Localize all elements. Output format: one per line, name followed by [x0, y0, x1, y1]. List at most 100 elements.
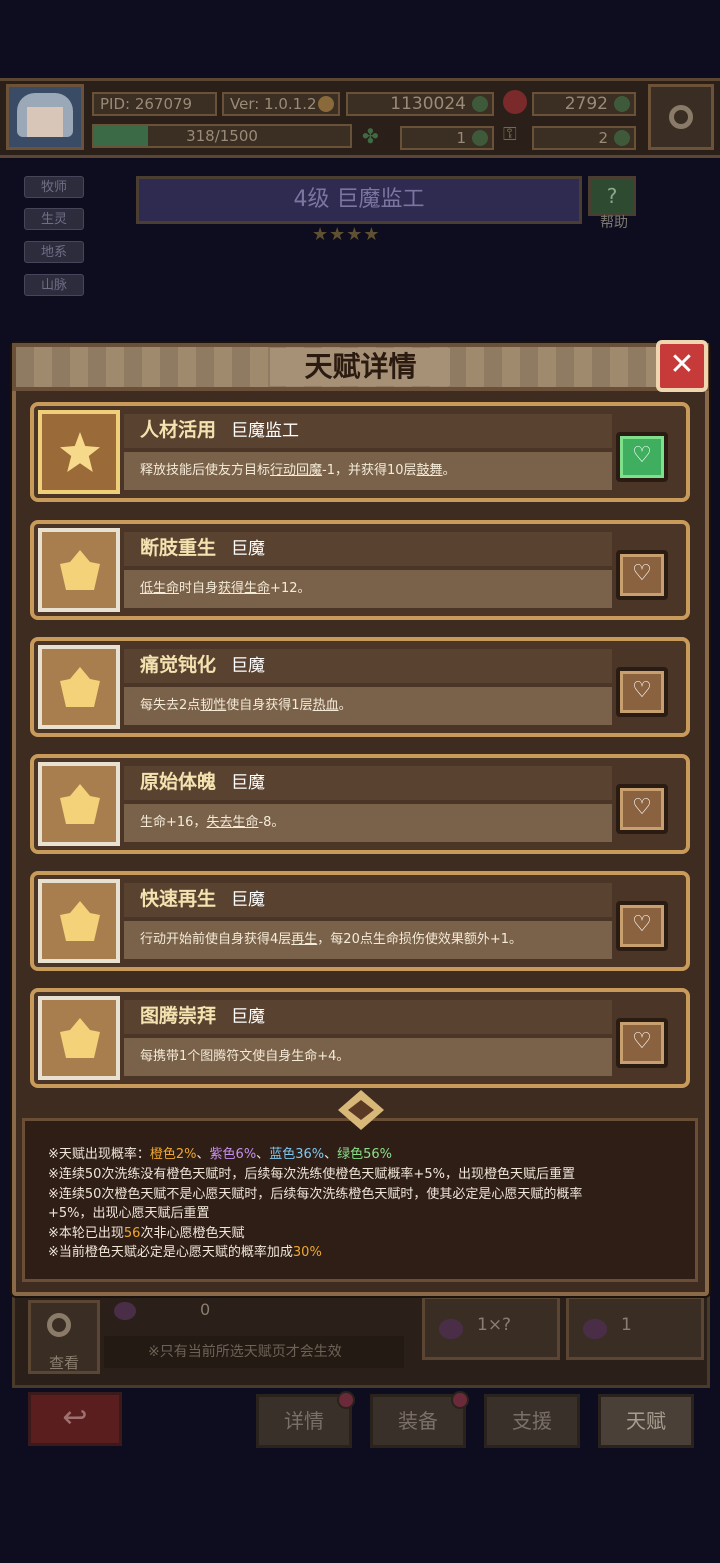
keyword-link[interactable]: 再生: [291, 932, 317, 947]
talent-race: 巨魔监工: [231, 421, 299, 441]
wish-heart-button[interactable]: ♡: [616, 667, 668, 717]
add-clover-icon[interactable]: [472, 130, 488, 146]
help-button[interactable]: ?: [588, 176, 636, 216]
version-label: Ver: 1.0.1.2: [222, 92, 340, 116]
rate-blue: 蓝色36%: [269, 1147, 325, 1162]
rate-sep: 、: [196, 1147, 210, 1162]
help-label: 帮助: [600, 215, 628, 231]
keyword-link[interactable]: 获得生命: [218, 581, 270, 596]
avatar[interactable]: [6, 84, 84, 150]
xp-bar: 318/1500: [92, 124, 352, 148]
wish-heart-button[interactable]: ♡: [616, 1018, 668, 1068]
tag-element: 地系: [24, 241, 84, 263]
keyword-link[interactable]: 鼓舞: [417, 463, 443, 478]
talent-desc: 释放技能后使友方目标行动回魔-1，并获得10层鼓舞。: [140, 458, 456, 484]
talent-name: 快速再生: [140, 888, 217, 910]
desc-text: 每携带1个图腾符文使自身生命+4。: [140, 1049, 350, 1064]
info-line-bonus: ※当前橙色天赋必定是心愿天赋的概率加成30%: [48, 1244, 322, 1262]
magnifier-icon: [47, 1313, 71, 1337]
info-count-pre: ※本轮已出现: [48, 1226, 124, 1241]
wish-heart-button[interactable]: ♡: [616, 550, 668, 600]
gem-counter: 2792: [532, 92, 636, 116]
talent-card[interactable]: 断肢重生 巨魔低生命时自身获得生命+12。 ♡: [30, 520, 690, 620]
xp-text: 318/1500: [186, 127, 258, 145]
keyword-link[interactable]: 行动回魔: [270, 463, 322, 478]
desc-text: -1，并获得10层: [322, 463, 417, 478]
info-line-rates: ※天赋出现概率：橙色2%、紫色6%、蓝色36%、绿色56%: [48, 1146, 392, 1164]
talent-name: 原始体魄: [140, 771, 217, 793]
talent-desc: 每携带1个图腾符文使自身生命+4。: [140, 1044, 349, 1070]
desc-text: 生命+16，: [140, 815, 207, 830]
keyword-link[interactable]: 低生命: [140, 581, 179, 596]
talent-name: 图腾崇拜: [140, 1005, 217, 1027]
desc-text: 释放技能后使友方目标: [140, 463, 271, 478]
heart-icon: ♡: [632, 561, 652, 586]
view-label: 查看: [48, 1354, 79, 1372]
talent-name: 痛觉钝化: [140, 654, 217, 676]
add-gem-icon[interactable]: [614, 96, 630, 112]
potion-icon: [114, 1302, 136, 1320]
key-value: 2: [598, 129, 608, 147]
auto-wash-button[interactable]: 1×?: [422, 1296, 560, 1360]
potion-count: 0: [200, 1300, 211, 1319]
heart-icon: ♡: [632, 912, 652, 937]
desc-text: ，每20点生命损伤使效果额外+1。: [317, 932, 523, 947]
rate-purple: 紫色6%: [209, 1147, 257, 1162]
talent-card[interactable]: 痛觉钝化 巨魔 每失去2点韧性使自身获得1层热血。 ♡: [30, 637, 690, 737]
close-button[interactable]: ✕: [656, 340, 708, 392]
back-button[interactable]: ↩: [28, 1392, 122, 1446]
tab-support[interactable]: 支援: [484, 1394, 580, 1448]
info-rates-label: ※天赋出现概率：: [48, 1147, 150, 1162]
talent-card[interactable]: 原始体魄 巨魔 生命+16，失去生命-8。 ♡: [30, 754, 690, 854]
talent-wash-cost: 1: [621, 1315, 632, 1335]
desc-text: 时自身: [179, 581, 219, 596]
tab-label: 支援: [512, 1409, 552, 1433]
heart-icon: ♡: [632, 678, 652, 703]
desc-text: 。: [338, 698, 352, 713]
back-arrow-icon: ↩: [62, 1400, 88, 1435]
crown-icon: [60, 550, 100, 590]
desc-text: +12。: [270, 581, 311, 596]
clover-icon: ✤: [362, 124, 379, 148]
keyword-link[interactable]: 韧性: [200, 698, 226, 713]
info-line-pity-wish-cont: +5%，出现心愿天赋后重置: [48, 1206, 210, 1221]
tab-label: 装备: [398, 1409, 438, 1433]
talent-race: 巨魔: [231, 656, 265, 676]
version-text: Ver: 1.0.1.2: [230, 95, 317, 113]
talent-name: 断肢重生: [140, 537, 217, 559]
talent-race: 巨魔: [231, 539, 265, 559]
wish-heart-button[interactable]: ♡: [616, 901, 668, 951]
add-gold-icon[interactable]: [472, 96, 488, 112]
tab-label: 详情: [284, 1409, 324, 1433]
wish-heart-button[interactable]: ♡: [616, 784, 668, 834]
desc-text: 。: [442, 463, 456, 478]
tab-talent[interactable]: 天赋: [598, 1394, 694, 1448]
talent-icon: [38, 645, 120, 729]
add-key-icon[interactable]: [614, 130, 630, 146]
talent-race: 巨魔: [231, 1007, 265, 1027]
talent-wash-button[interactable]: 1: [566, 1296, 704, 1360]
gold-value: 1130024: [390, 94, 466, 114]
tab-equipment[interactable]: 装备: [370, 1391, 469, 1448]
key-counter: 2: [532, 126, 636, 150]
tab-details[interactable]: 详情: [256, 1391, 355, 1448]
settings-button[interactable]: [648, 84, 714, 150]
crown-icon: [60, 1018, 100, 1058]
info-line-pity-wish: ※连续50次橙色天赋不是心愿天赋时，后续每次洗练橙色天赋时，使其必定是心愿天赋的…: [48, 1187, 583, 1202]
keyword-link[interactable]: 失去生命: [206, 815, 258, 830]
auto-wash-cost: 1×?: [477, 1315, 512, 1335]
wish-heart-button-active[interactable]: ♡: [616, 432, 668, 482]
talent-card[interactable]: 图腾崇拜 巨魔每携带1个图腾符文使自身生命+4。 ♡: [30, 988, 690, 1088]
talent-card[interactable]: 人材活用 巨魔监工 释放技能后使友方目标行动回魔-1，并获得10层鼓舞。 ♡: [30, 402, 690, 502]
talent-icon: [38, 879, 120, 963]
info-bonus-num: 30%: [292, 1245, 322, 1260]
keyword-link[interactable]: 热血: [313, 698, 339, 713]
heart-icon: ♡: [632, 795, 652, 820]
info-count-num: 56: [123, 1226, 141, 1241]
talent-icon: [38, 996, 120, 1080]
talent-icon: [38, 762, 120, 846]
heart-icon: ♡: [632, 1029, 652, 1054]
desc-text: 使自身获得1层: [226, 698, 313, 713]
talent-card[interactable]: 快速再生 巨魔 行动开始前使自身获得4层再生，每20点生命损伤使效果额外+1。 ♡: [30, 871, 690, 971]
potion-icon: [583, 1319, 607, 1339]
